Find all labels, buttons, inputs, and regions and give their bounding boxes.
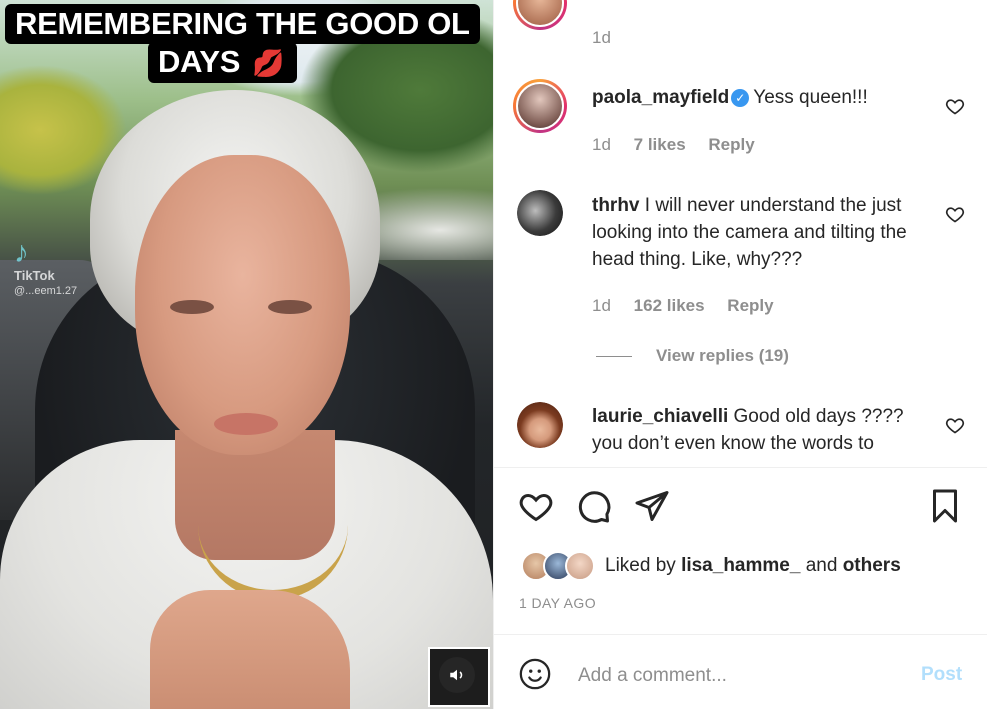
emoji-icon[interactable]	[518, 657, 552, 691]
tiktok-watermark-user: @...eem1.27	[14, 285, 78, 297]
reply-button[interactable]: Reply	[708, 135, 754, 154]
comment-likes[interactable]: 7 likes	[634, 135, 686, 154]
bookmark-icon[interactable]	[927, 488, 963, 524]
comment-likes[interactable]: 162 likes	[634, 296, 705, 315]
comment-text: I will never understand the just looking…	[592, 195, 907, 270]
divider	[494, 467, 987, 468]
comment-meta: 1d 162 likes Reply	[592, 296, 792, 316]
view-replies-label: View replies (19)	[656, 346, 789, 365]
send-icon[interactable]	[634, 488, 670, 524]
liked-by-text: Liked by lisa_hamme_ and others	[605, 555, 901, 577]
sound-toggle-button[interactable]	[428, 647, 490, 707]
comment-username[interactable]: paola_mayfield	[592, 87, 729, 108]
comments-list[interactable]: 1d paola_mayfield ✓ Yess queen!!! 1d 7 lik…	[494, 0, 987, 467]
comment-time: 1d	[592, 28, 611, 47]
commenter-avatar[interactable]	[513, 79, 567, 133]
video-caption-text: DAYS	[158, 44, 241, 79]
video-caption-line-2: DAYS 💋	[148, 42, 297, 83]
liker-avatar[interactable]	[565, 551, 595, 581]
liked-by-others[interactable]: others	[843, 555, 901, 576]
comment-text: Yess queen!!!	[753, 87, 868, 108]
comment-meta: 1d	[592, 28, 629, 48]
comment-icon[interactable]	[576, 488, 612, 524]
post-sidebar: 1d paola_mayfield ✓ Yess queen!!! 1d 7 lik…	[493, 0, 987, 709]
commenter-avatar[interactable]	[517, 402, 563, 448]
commenter-avatar[interactable]	[513, 0, 567, 30]
comment-body: laurie_chiavelli Good old days ???? you …	[592, 403, 912, 457]
comment-username[interactable]: thrhv	[592, 195, 640, 216]
tiktok-logo-icon: ♪	[14, 236, 29, 269]
commenter-avatar[interactable]	[517, 190, 563, 236]
comment-time: 1d	[592, 135, 611, 154]
comment-like-heart-icon[interactable]	[945, 204, 965, 224]
post-comment-button[interactable]: Post	[921, 664, 962, 686]
speaker-icon	[439, 657, 475, 693]
person-eye	[268, 300, 312, 314]
view-replies-button[interactable]: View replies (19)	[596, 346, 789, 366]
comment-meta: 1d 7 likes Reply	[592, 135, 773, 155]
person-eye	[170, 300, 214, 314]
comment-time: 1d	[592, 296, 611, 315]
add-comment-input[interactable]	[576, 660, 900, 692]
liked-by-prefix: Liked by	[605, 555, 676, 576]
lips-emoji: 💋	[252, 48, 285, 78]
video-caption-line-1: REMEMBERING THE GOOD OL	[5, 4, 480, 44]
liked-by-and: and	[805, 555, 838, 576]
tiktok-watermark: ♪ TikTok @...eem1.27	[14, 236, 78, 298]
person-face	[135, 155, 350, 455]
comment-body: paola_mayfield ✓ Yess queen!!!	[592, 84, 912, 111]
liked-by-row: Liked by lisa_hamme_ and others	[521, 549, 901, 583]
tiktok-watermark-label: TikTok	[14, 268, 55, 283]
reply-button[interactable]: Reply	[727, 296, 773, 315]
comment-username[interactable]: laurie_chiavelli	[592, 406, 728, 427]
heart-icon[interactable]	[518, 488, 554, 524]
liked-by-user[interactable]: lisa_hamme_	[681, 555, 800, 576]
divider	[494, 634, 987, 635]
person-mouth	[214, 413, 278, 435]
post-video[interactable]: REMEMBERING THE GOOD OL DAYS 💋 ♪ TikTok …	[0, 0, 493, 709]
comment-like-heart-icon[interactable]	[945, 96, 965, 116]
post-timestamp[interactable]: 1 DAY AGO	[519, 595, 596, 611]
comment-like-heart-icon[interactable]	[945, 415, 965, 435]
verified-badge-icon: ✓	[731, 89, 750, 107]
person-hand	[150, 590, 350, 709]
comment-body: thrhv I will never understand the just l…	[592, 192, 912, 273]
replies-divider	[596, 356, 632, 358]
